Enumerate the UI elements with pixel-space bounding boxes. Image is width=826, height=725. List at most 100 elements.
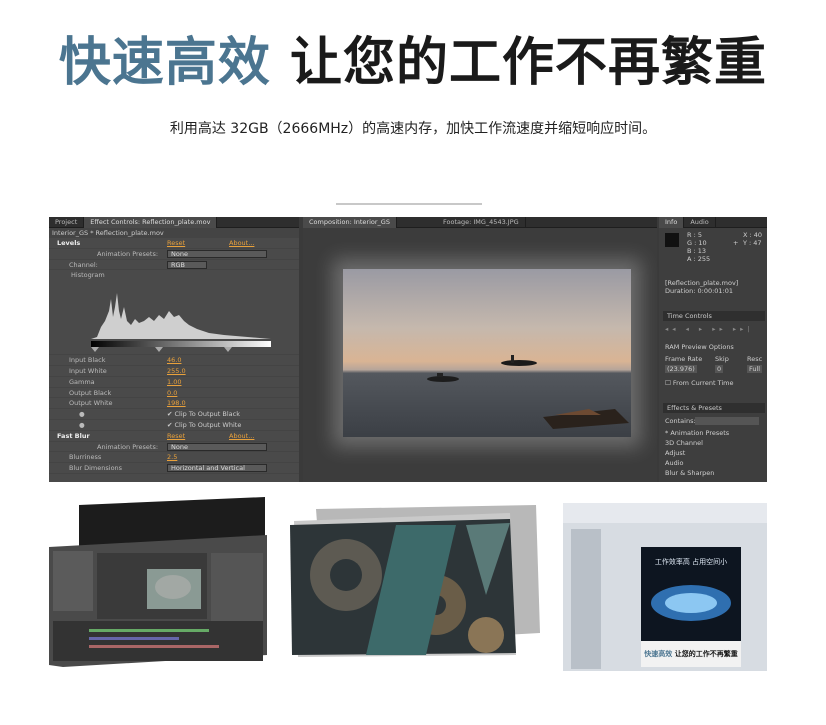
contains-label: Contains: xyxy=(665,417,696,425)
blur-dimensions-dropdown[interactable]: Horizontal and Vertical xyxy=(167,464,267,473)
poster-title-main: 让您的工作不再繁重 xyxy=(674,650,738,658)
effect-item[interactable]: 3D Channel xyxy=(665,439,703,447)
channel-label: Channel: xyxy=(69,260,98,269)
composition-viewer[interactable] xyxy=(343,269,631,437)
levels-presets-row: Animation Presets: None xyxy=(49,249,299,260)
param-label: Input Black xyxy=(69,356,106,365)
levels-reset[interactable]: Reset xyxy=(167,238,185,249)
param-label: Output White xyxy=(69,399,113,408)
clip-white-label: Clip To Output White xyxy=(174,420,242,429)
gears-illustration xyxy=(290,505,540,657)
res-label: Resc xyxy=(747,355,763,363)
tab-footage[interactable]: Footage: IMG_4543.JPG xyxy=(437,217,526,228)
fast-blur-about[interactable]: About... xyxy=(229,431,254,442)
blur-dimensions-label: Blur Dimensions xyxy=(69,464,123,473)
fast-blur-header[interactable]: Fast Blur Reset About... xyxy=(49,431,299,442)
effect-item[interactable]: Blur & Sharpen xyxy=(665,469,714,477)
time-controls-tab[interactable]: Time Controls xyxy=(663,311,765,321)
clip-white-row: ● ✔ Clip To Output White xyxy=(49,420,299,431)
effect-item[interactable]: * Animation Presets xyxy=(665,429,729,437)
blurriness-label: Blurriness xyxy=(69,453,102,462)
levels-param-row: Output Black 0.0 xyxy=(49,388,299,399)
info-x: X : 40 xyxy=(743,231,763,239)
histogram-label-row: Histogram xyxy=(49,270,299,281)
poster-top-text: 工作效率高 占用空间小 xyxy=(654,558,728,566)
poster-title-accent: 快速高效 xyxy=(644,650,673,658)
poster-title: 快速高效 让您的工作不再繁重 xyxy=(643,649,739,659)
video-editor-illustration xyxy=(49,497,267,667)
effect-item[interactable]: Adjust xyxy=(665,449,685,457)
thumbnail-video-editor xyxy=(49,495,267,667)
clip-white-checkbox[interactable]: ✔ Clip To Output White xyxy=(167,420,241,431)
blur-dimensions-row: Blur Dimensions Horizontal and Vertical xyxy=(49,463,299,474)
clip-black-checkbox[interactable]: ✔ Clip To Output Black xyxy=(167,409,240,420)
left-tabbar: Project Effect Controls: Reflection_plat… xyxy=(49,217,299,228)
tab-audio[interactable]: Audio xyxy=(684,217,716,228)
histogram[interactable] xyxy=(49,281,299,356)
param-value[interactable]: 198.0 xyxy=(167,398,186,409)
transport-icons[interactable]: ◂◂ ◂ ▸ ▸▸ ▸▸| xyxy=(665,325,754,333)
ae-screenshot: Project Effect Controls: Reflection_plat… xyxy=(49,217,767,482)
thumbnail-gears-render xyxy=(286,495,544,667)
res-dropdown[interactable]: Full xyxy=(747,365,763,373)
info-g: G : 10 xyxy=(687,239,707,247)
channel-row: Channel: RGB xyxy=(49,260,299,271)
presets-label: Animation Presets: xyxy=(97,249,159,258)
info-a: A : 255 xyxy=(687,255,711,263)
from-current-checkbox[interactable]: ☐ From Current Time xyxy=(665,379,733,387)
fast-blur-presets-row: Animation Presets: None xyxy=(49,442,299,453)
thumbnail-photoshop: 工作效率高 占用空间小 快速高效 让您的工作不再繁重 xyxy=(563,495,767,671)
param-value[interactable]: 0.0 xyxy=(167,388,177,399)
page-title: 快速高效 让您的工作不再繁重 xyxy=(0,28,826,98)
levels-param-row: Input Black 46.0 xyxy=(49,355,299,366)
param-label: Output Black xyxy=(69,388,112,397)
tab-info[interactable]: Info xyxy=(659,217,685,228)
crosshair-icon: + xyxy=(733,239,739,247)
frame-rate-dropdown[interactable]: (23.976) xyxy=(665,365,697,373)
tab-composition[interactable]: Composition: Interior_GS xyxy=(303,217,397,228)
info-r: R : 5 xyxy=(687,231,702,239)
seascape-image xyxy=(427,355,629,429)
levels-param-row: Gamma 1.00 xyxy=(49,377,299,388)
info-y: Y : 47 xyxy=(743,239,762,247)
fast-blur-name: Fast Blur xyxy=(57,431,90,440)
fb-presets-dropdown[interactable]: None xyxy=(167,442,267,451)
param-value[interactable]: 46.0 xyxy=(167,355,181,366)
info-b: B : 13 xyxy=(687,247,707,255)
fb-presets-label: Animation Presets: xyxy=(97,442,159,451)
levels-about[interactable]: About... xyxy=(229,238,254,249)
color-swatch xyxy=(665,233,679,247)
mid-tabbar: Composition: Interior_GS Footage: IMG_45… xyxy=(303,217,657,228)
fast-blur-reset[interactable]: Reset xyxy=(167,431,185,442)
title-main: 让您的工作不再繁重 xyxy=(290,33,768,93)
right-tabbar: Info Audio xyxy=(659,217,767,228)
tab-project[interactable]: Project xyxy=(49,217,85,228)
from-current-label: From Current Time xyxy=(672,379,734,387)
effect-item[interactable]: Audio xyxy=(665,459,683,467)
levels-param-row: Output White 198.0 xyxy=(49,398,299,410)
photoshop-illustration xyxy=(563,503,767,671)
tab-effect-controls[interactable]: Effect Controls: Reflection_plate.mov xyxy=(84,217,218,228)
blurriness-value[interactable]: 2.5 xyxy=(167,452,177,463)
layer-path: Interior_GS * Reflection_plate.mov xyxy=(49,228,299,238)
param-label: Gamma xyxy=(69,377,95,386)
right-panels: Info Audio R : 5 G : 10 B : 13 A : 255 X… xyxy=(659,217,767,482)
contains-search[interactable] xyxy=(695,417,759,425)
info-duration: Duration: 0:00:01:01 xyxy=(665,287,734,295)
clip-black-row: ● ✔ Clip To Output Black xyxy=(49,409,299,420)
effects-presets-tab[interactable]: Effects & Presets xyxy=(663,403,765,413)
divider xyxy=(336,203,482,205)
param-label: Input White xyxy=(69,366,107,375)
skip-dropdown[interactable]: 0 xyxy=(715,365,724,373)
ram-preview-label: RAM Preview Options xyxy=(665,343,734,351)
clip-black-label: Clip To Output Black xyxy=(174,410,240,419)
title-accent: 快速高效 xyxy=(58,33,271,93)
effect-controls-panel: Project Effect Controls: Reflection_plat… xyxy=(49,217,299,482)
composition-panel: Composition: Interior_GS Footage: IMG_45… xyxy=(303,217,657,482)
blurriness-row: Blurriness 2.5 xyxy=(49,452,299,464)
param-value[interactable]: 1.00 xyxy=(167,377,181,388)
param-value[interactable]: 255.0 xyxy=(167,366,186,377)
presets-dropdown[interactable]: None xyxy=(167,249,267,258)
channel-dropdown[interactable]: RGB xyxy=(167,260,207,269)
levels-header[interactable]: Levels Reset About... xyxy=(49,238,299,249)
